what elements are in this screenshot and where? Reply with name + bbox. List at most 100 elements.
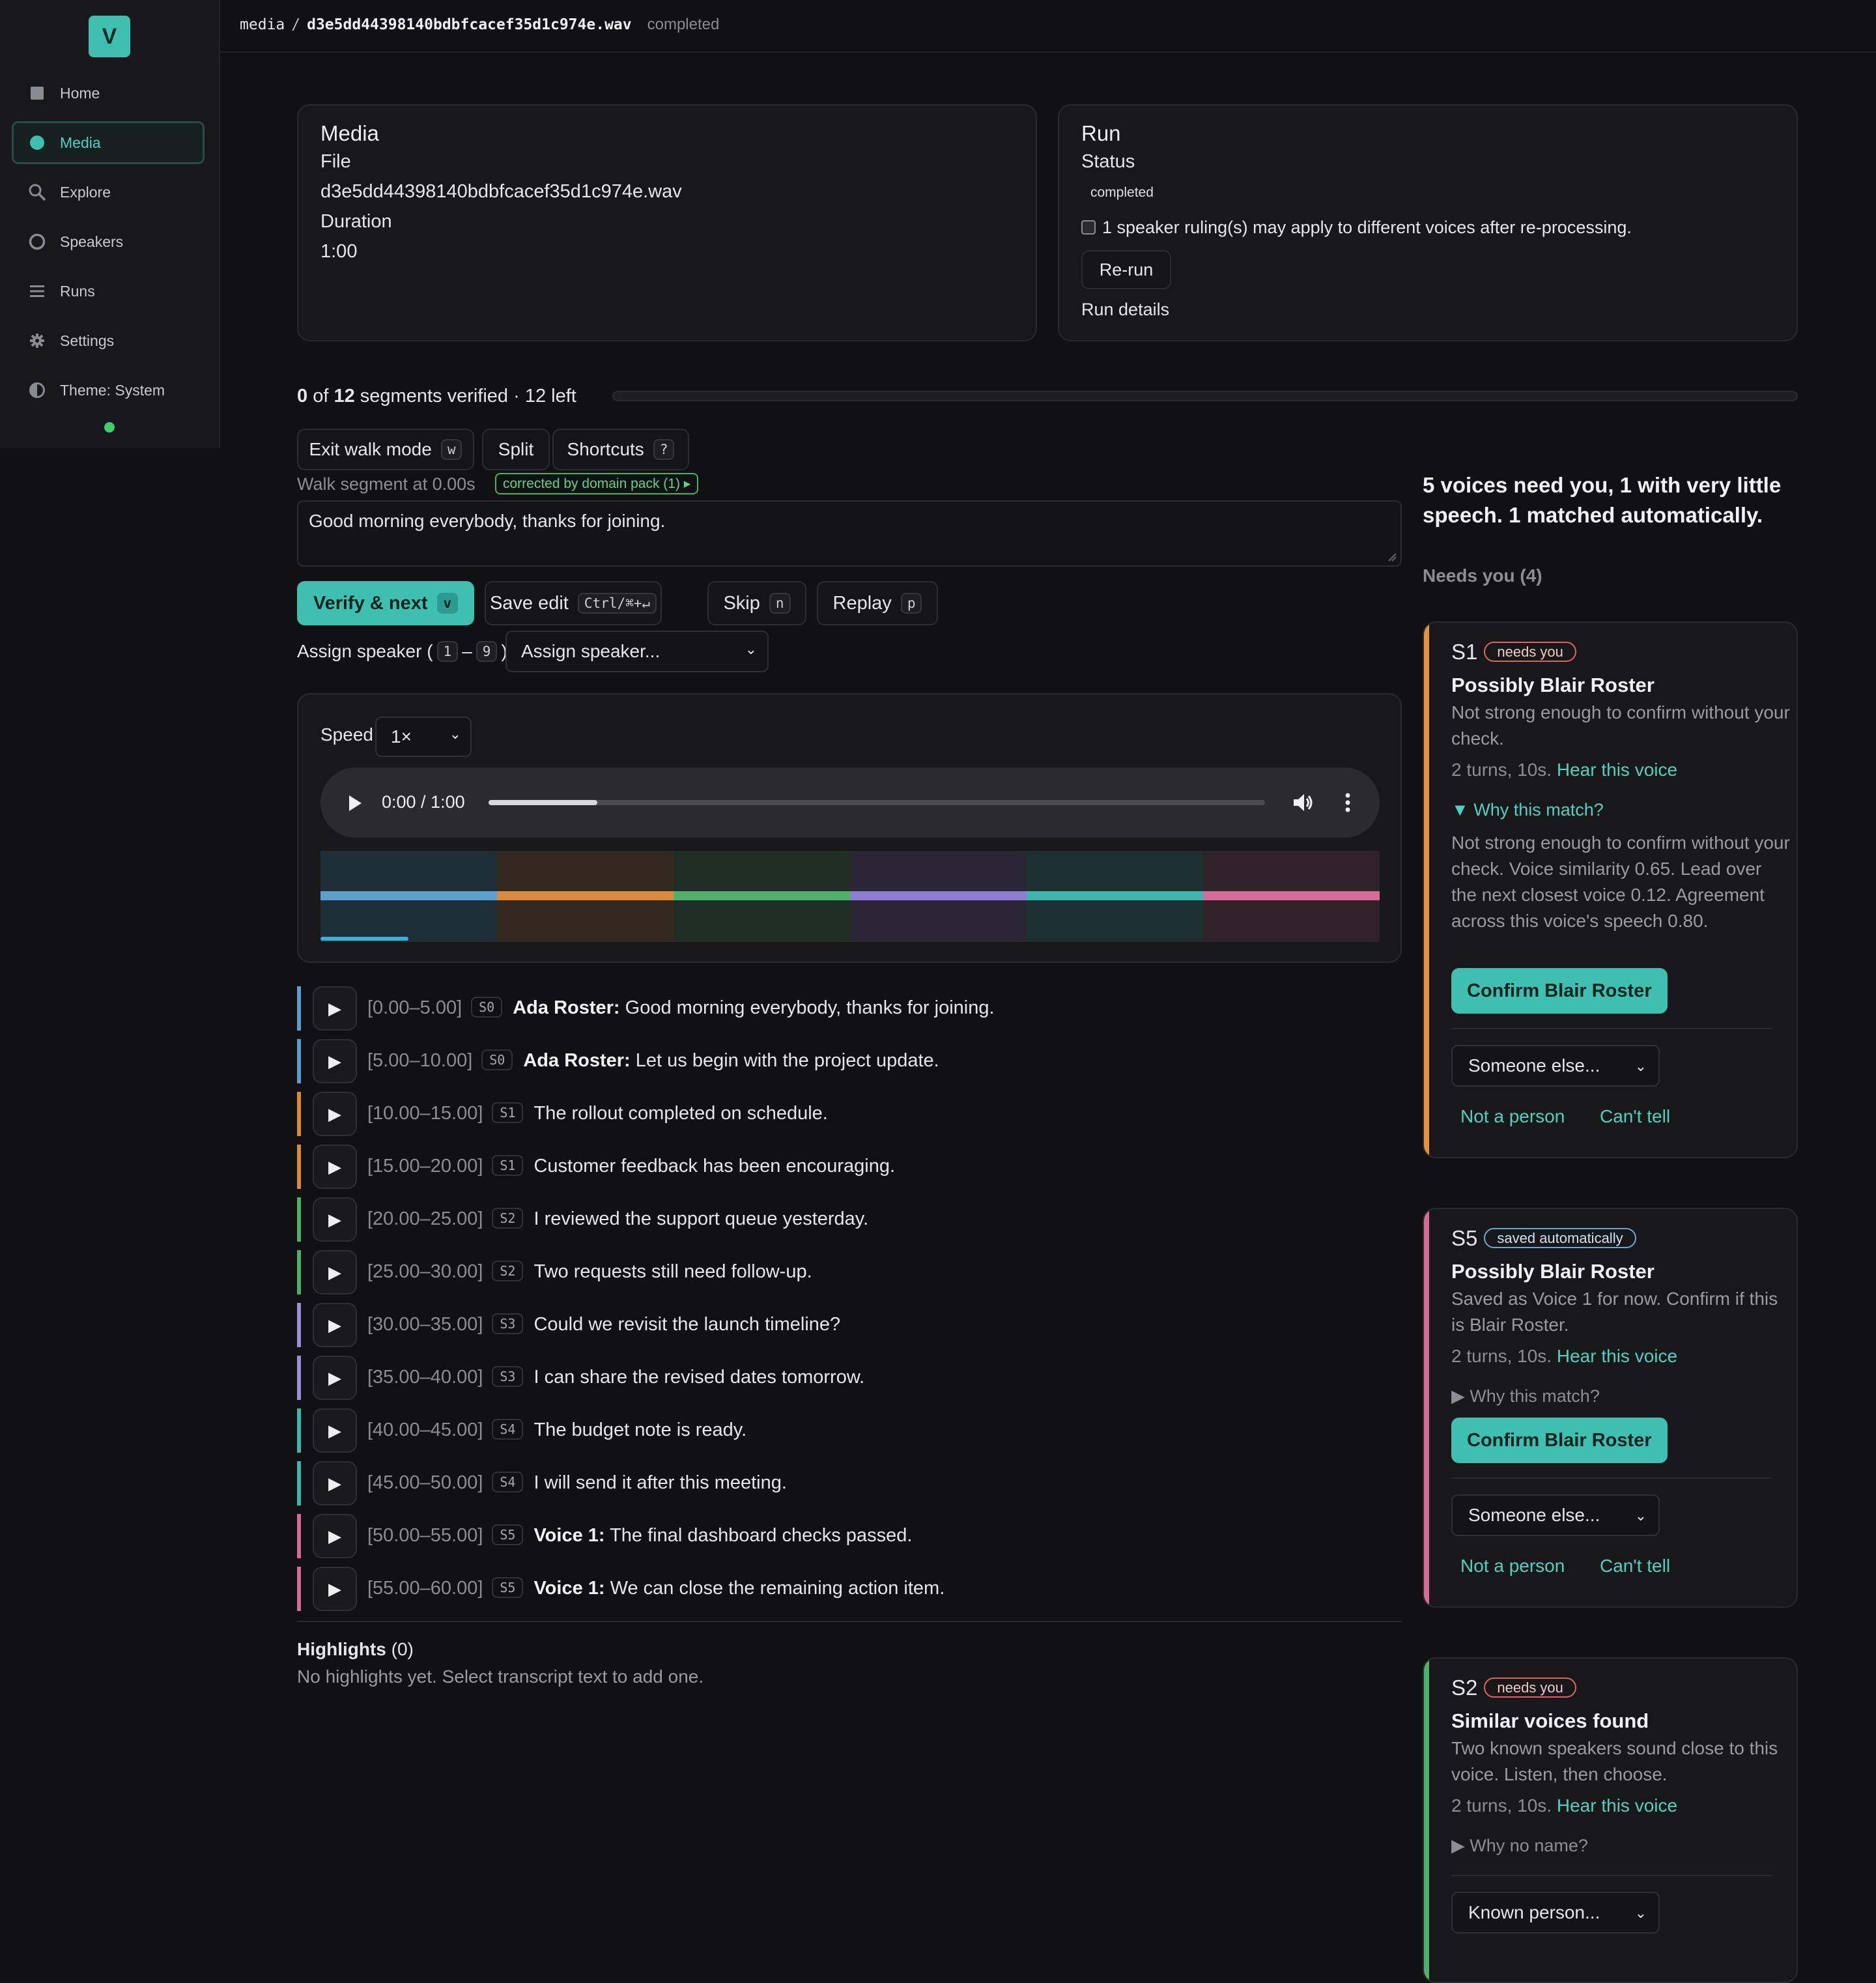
status-text: completed (647, 16, 720, 33)
transcript-segment[interactable]: ▶ [55.00–60.00] S5 Voice 1: We can close th… (297, 1567, 1404, 1611)
timeline-speaker-block[interactable] (674, 851, 850, 942)
transcript-segment[interactable]: ▶ [20.00–25.00] S2 I reviewed the support q… (297, 1197, 1404, 1242)
speaker-code[interactable]: S0 (471, 997, 503, 1018)
hear-voice-link[interactable]: Hear this voice (1557, 1346, 1677, 1366)
timeline-speaker-block[interactable] (497, 851, 674, 942)
transcript-segment[interactable]: ▶ [45.00–50.00] S4 I will send it after thi… (297, 1461, 1404, 1505)
speaker-code[interactable]: S2 (492, 1208, 524, 1229)
play-icon[interactable] (348, 795, 362, 812)
sidebar-item-settings[interactable]: Settings (12, 319, 205, 362)
assign-speaker-select[interactable]: Assign speaker... ⌄ (505, 631, 769, 672)
replay-button[interactable]: Replay p (817, 581, 938, 625)
transcript-segment[interactable]: ▶ [30.00–35.00] S3 Could we revisit the lau… (297, 1303, 1404, 1347)
run-details-link[interactable]: Run details (1081, 300, 1169, 320)
someone-else-select[interactable]: Someone else... ⌄ (1451, 1045, 1660, 1087)
hear-voice-link[interactable]: Hear this voice (1557, 760, 1677, 780)
transcript-segment[interactable]: ▶ [15.00–20.00] S1 Customer feedback has be… (297, 1145, 1404, 1189)
play-icon: ▶ (328, 1104, 341, 1124)
transcript-segment[interactable]: ▶ [50.00–55.00] S5 Voice 1: The final dashb… (297, 1514, 1404, 1558)
resize-handle-icon[interactable] (1387, 552, 1397, 562)
speaker-name: Voice 1: (533, 1578, 605, 1599)
speaker-code[interactable]: S5 (492, 1524, 524, 1545)
speaker-code[interactable]: S3 (492, 1366, 524, 1387)
sidebar-item-explore[interactable]: Explore (12, 171, 205, 214)
someone-else-select[interactable]: Someone else... ⌄ (1451, 1494, 1660, 1536)
timeline-speaker-block[interactable] (1203, 851, 1380, 942)
transcript-segment[interactable]: ▶ [5.00–10.00] S0 Ada Roster: Let us begin … (297, 1039, 1404, 1083)
segment-range: [15.00–20.00] (367, 1156, 483, 1177)
speaker-code[interactable]: S4 (492, 1472, 524, 1492)
breadcrumb-root[interactable]: media (240, 16, 285, 33)
speaker-code[interactable]: S5 (492, 1577, 524, 1598)
play-segment-button[interactable]: ▶ (313, 986, 357, 1031)
skip-button[interactable]: Skip n (707, 581, 806, 625)
why-match-text: Not strong enough to confirm without you… (1451, 833, 1790, 931)
segment-line: [30.00–35.00] S3 Could we revisit the laun… (367, 1313, 840, 1335)
play-segment-button[interactable]: ▶ (313, 1303, 357, 1347)
transcript-segment[interactable]: ▶ [40.00–45.00] S4 The budget note is ready… (297, 1408, 1404, 1453)
rerun-button[interactable]: Re-run (1081, 250, 1171, 289)
play-segment-button[interactable]: ▶ (313, 1408, 357, 1453)
cant-tell-button[interactable]: Can't tell (1600, 1106, 1670, 1127)
verify-next-button[interactable]: Verify & next v (297, 581, 474, 625)
shortcuts-button[interactable]: Shortcuts? (552, 429, 689, 470)
caret-right-icon: ▶ (1451, 1836, 1465, 1855)
corrected-badge[interactable]: corrected by domain pack (1) ▸ (495, 473, 699, 494)
play-segment-button[interactable]: ▶ (313, 1250, 357, 1294)
play-segment-button[interactable]: ▶ (313, 1514, 357, 1558)
more-options-icon[interactable] (1344, 792, 1351, 813)
sidebar-item-theme[interactable]: Theme: System (12, 369, 205, 412)
sidebar-item-runs[interactable]: Runs (12, 270, 205, 313)
why-match-toggle[interactable]: ▶ Why this match? (1451, 1386, 1600, 1406)
split-button[interactable]: Split (482, 429, 550, 470)
speaker-code[interactable]: S1 (492, 1102, 524, 1123)
play-segment-button[interactable]: ▶ (313, 1145, 357, 1189)
speaker-timeline[interactable] (320, 851, 1380, 942)
sidebar-item-media[interactable]: Media (12, 121, 205, 164)
sidebar-item-label: Home (60, 84, 100, 102)
voice-id-row: S5 saved automatically (1451, 1226, 1636, 1251)
exit-walk-mode-button[interactable]: Exit walk mode w (297, 429, 474, 470)
segment-line: [10.00–15.00] S1 The rollout completed on … (367, 1102, 828, 1124)
play-segment-button[interactable]: ▶ (313, 1197, 357, 1242)
known-person-select[interactable]: Known person... ⌄ (1451, 1892, 1660, 1933)
transcript-segment[interactable]: ▶ [35.00–40.00] S3 I can share the revised … (297, 1356, 1404, 1400)
play-segment-button[interactable]: ▶ (313, 1092, 357, 1136)
play-icon: ▶ (328, 1262, 341, 1282)
confirm-speaker-button[interactable]: Confirm Blair Roster (1451, 1418, 1668, 1463)
speed-select[interactable]: 1× ⌄ (375, 717, 472, 757)
speaker-color-bar (297, 1092, 301, 1136)
cant-tell-button[interactable]: Can't tell (1600, 1556, 1670, 1576)
volume-icon[interactable] (1292, 792, 1315, 813)
why-no-name-toggle[interactable]: ▶ Why no name? (1451, 1836, 1588, 1856)
hear-voice-link[interactable]: Hear this voice (1557, 1795, 1677, 1816)
sidebar-item-home[interactable]: Home (12, 72, 205, 115)
sidebar-item-speakers[interactable]: Speakers (12, 220, 205, 263)
save-edit-button[interactable]: Save edit Ctrl/⌘+↵ (485, 581, 662, 625)
speaker-code[interactable]: S3 (492, 1313, 524, 1334)
not-a-person-button[interactable]: Not a person (1460, 1106, 1565, 1127)
speaker-code[interactable]: S1 (492, 1155, 524, 1176)
play-segment-button[interactable]: ▶ (313, 1039, 357, 1083)
ruling-checkbox[interactable] (1081, 220, 1096, 235)
voice-description: Saved as Voice 1 for now. Confirm if thi… (1451, 1289, 1778, 1335)
not-a-person-button[interactable]: Not a person (1460, 1556, 1565, 1576)
speaker-code[interactable]: S0 (481, 1049, 513, 1070)
transcript-segment[interactable]: ▶ [25.00–30.00] S2 Two requests still need … (297, 1250, 1404, 1294)
confirm-speaker-button[interactable]: Confirm Blair Roster (1451, 968, 1668, 1014)
speaker-code[interactable]: S4 (492, 1419, 524, 1440)
timeline-speaker-block[interactable] (320, 851, 497, 942)
transcript-segment[interactable]: ▶ [10.00–15.00] S1 The rollout completed on… (297, 1092, 1404, 1136)
timeline-speaker-block[interactable] (1027, 851, 1203, 942)
speaker-code[interactable]: S2 (492, 1261, 524, 1281)
segment-text-editor[interactable]: Good morning everybody, thanks for joini… (297, 500, 1402, 567)
theme-icon (29, 382, 46, 399)
timeline-speaker-block[interactable] (850, 851, 1027, 942)
app-logo[interactable]: V (89, 16, 130, 57)
play-segment-button[interactable]: ▶ (313, 1567, 357, 1611)
play-segment-button[interactable]: ▶ (313, 1356, 357, 1400)
why-match-toggle[interactable]: ▼ Why this match? (1451, 800, 1604, 820)
transcript-segment[interactable]: ▶ [0.00–5.00] S0 Ada Roster: Good morning e… (297, 986, 1404, 1031)
audio-seek-bar[interactable] (489, 800, 1265, 805)
play-segment-button[interactable]: ▶ (313, 1461, 357, 1505)
